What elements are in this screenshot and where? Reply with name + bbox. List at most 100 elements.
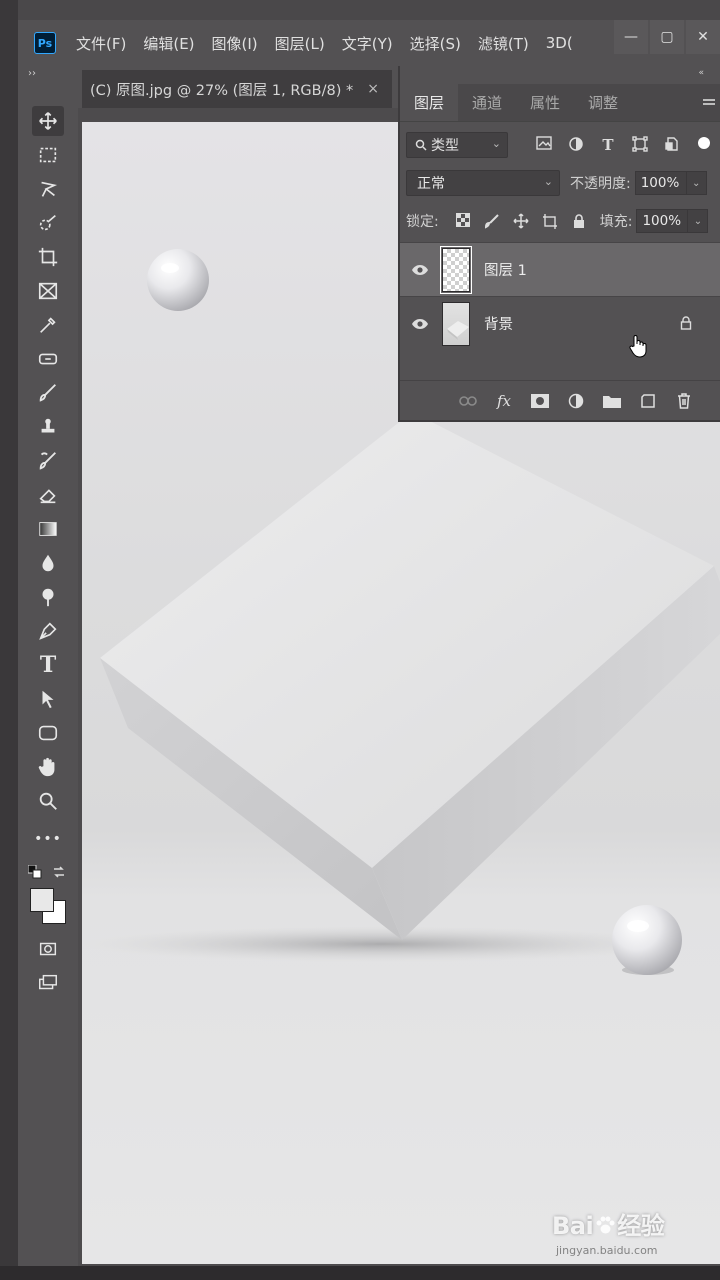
close-window-button[interactable]: ✕ [686,20,720,54]
fill-dropdown-icon[interactable]: ⌄ [688,209,709,233]
gradient-icon[interactable] [32,514,64,544]
fill-input[interactable]: 100% [636,209,689,233]
menu-filter[interactable]: 滤镜(T) [478,33,529,54]
layer-thumbnail-image [442,301,470,346]
panel-collapse-button[interactable]: « [698,68,704,78]
quick-select-icon[interactable] [32,208,64,238]
swap-colors-icon[interactable] [52,864,66,883]
filter-adjustment-icon[interactable] [560,136,592,154]
layer-thumbnail-transparent [440,245,472,294]
menu-3d[interactable]: 3D( [546,34,573,52]
zoom-icon[interactable] [32,786,64,816]
eyedropper-icon[interactable] [32,310,64,340]
layer-row-layer1[interactable]: 图层 1 [400,242,720,296]
window-frame-left [0,0,18,1280]
layer-name[interactable]: 背景 [484,313,513,334]
dodge-icon[interactable] [32,582,64,612]
window-controls: — ▢ ✕ [612,20,720,56]
move-icon[interactable] [32,106,64,136]
history-brush-icon[interactable] [32,446,64,476]
path-select-icon[interactable] [32,684,64,714]
menu-edit[interactable]: 编辑(E) [143,33,194,54]
type-icon[interactable]: T [32,650,64,680]
visibility-eye-icon[interactable] [400,318,440,330]
lock-artboard-icon[interactable] [536,213,565,229]
blur-icon[interactable] [32,548,64,578]
layer-filter-value: 类型 [431,138,459,154]
layer-lock-icon[interactable] [680,315,692,334]
filter-type-icon[interactable]: T [592,136,624,154]
shape-icon[interactable] [32,718,64,748]
layer-row-background[interactable]: 背景 [400,296,720,350]
document-tab-bar: (C) 原图.jpg @ 27% (图层 1, RGB/8) * × [78,66,398,108]
menu-type[interactable]: 文字(Y) [342,33,393,54]
document-tab[interactable]: (C) 原图.jpg @ 27% (图层 1, RGB/8) * × [82,70,392,108]
document-close-icon[interactable]: × [367,81,379,97]
toolbar-collapse-button[interactable]: ›› [28,68,36,79]
brush-icon[interactable] [32,378,64,408]
stamp-icon[interactable] [32,412,64,442]
filter-shape-icon[interactable] [624,136,656,154]
mask-icon[interactable] [522,393,558,408]
blend-opacity-row: 正常 ⌄ 不透明度: 100% ⌄ [400,164,720,202]
menu-bar: Ps 文件(F) 编辑(E) 图像(I) 图层(L) 文字(Y) 选择(S) 滤… [18,20,720,66]
lock-fill-row: 锁定: 填充: 100% ⌄ [400,202,720,240]
watermark-brand-suffix: 经验 [617,1212,665,1240]
frame-icon[interactable] [32,276,64,306]
default-colors-icon[interactable] [27,864,42,883]
menu-file[interactable]: 文件(F) [76,33,126,54]
healing-icon[interactable] [32,344,64,374]
chevron-down-icon: ⌄ [491,137,501,150]
layer-filter-row: 类型 ⌄ T [400,126,720,164]
blend-mode-select[interactable]: 正常 ⌄ [406,170,560,196]
lock-all-icon[interactable] [565,213,594,229]
lock-transparent-icon[interactable] [449,213,478,229]
layers-panel-footer: fx [400,380,720,420]
baidu-watermark: Bai 经验 jingyan.baidu.com [552,1206,665,1257]
layer-filter-select[interactable]: 类型 ⌄ [406,132,508,158]
lock-label: 锁定: [406,214,439,230]
trash-icon[interactable] [666,392,702,409]
marquee-icon[interactable] [32,140,64,170]
menu-select[interactable]: 选择(S) [410,33,461,54]
minimize-button[interactable]: — [614,20,648,54]
tab-channels[interactable]: 通道 [458,84,516,121]
more-icon[interactable]: ••• [32,824,64,854]
lock-pixels-icon[interactable] [478,213,507,229]
opacity-input[interactable]: 100% [634,171,687,195]
folder-icon[interactable] [594,394,630,408]
tab-adjustments[interactable]: 调整 [574,84,632,121]
visibility-eye-icon[interactable] [400,264,440,276]
menu-layer[interactable]: 图层(L) [275,33,325,54]
opacity-label: 不透明度: [570,176,631,192]
quick-mask-icon[interactable] [32,934,64,964]
fx-icon[interactable]: fx [486,392,522,410]
photoshop-logo[interactable]: Ps [34,32,56,54]
foreground-color-swatch[interactable] [30,888,54,912]
panel-menu-icon[interactable] [702,84,716,121]
lock-position-icon[interactable] [507,213,536,229]
tools-panel: ›› T ••• [18,66,78,1266]
adjustment-icon[interactable] [558,393,594,409]
lasso-icon[interactable] [32,174,64,204]
opacity-dropdown-icon[interactable]: ⌄ [686,171,707,195]
hand-cursor-icon [628,334,648,362]
blend-mode-value: 正常 [417,176,445,192]
tab-layers[interactable]: 图层 [400,84,458,121]
eraser-icon[interactable] [32,480,64,510]
screen-mode-icon[interactable] [32,968,64,998]
new-layer-icon[interactable] [630,393,666,409]
link-icon[interactable] [450,395,486,406]
maximize-button[interactable]: ▢ [650,20,684,54]
window-frame-bottom [0,1266,720,1280]
menu-image[interactable]: 图像(I) [212,33,258,54]
pen-icon[interactable] [32,616,64,646]
color-swatches [28,884,72,928]
filter-smart-object-icon[interactable] [656,136,688,154]
tab-properties[interactable]: 属性 [516,84,574,121]
crop-icon[interactable] [32,242,64,272]
filter-pixel-icon[interactable] [528,136,560,154]
filter-toggle-icon[interactable] [688,136,720,154]
hand-icon[interactable] [32,752,64,782]
layer-name[interactable]: 图层 1 [484,259,527,280]
